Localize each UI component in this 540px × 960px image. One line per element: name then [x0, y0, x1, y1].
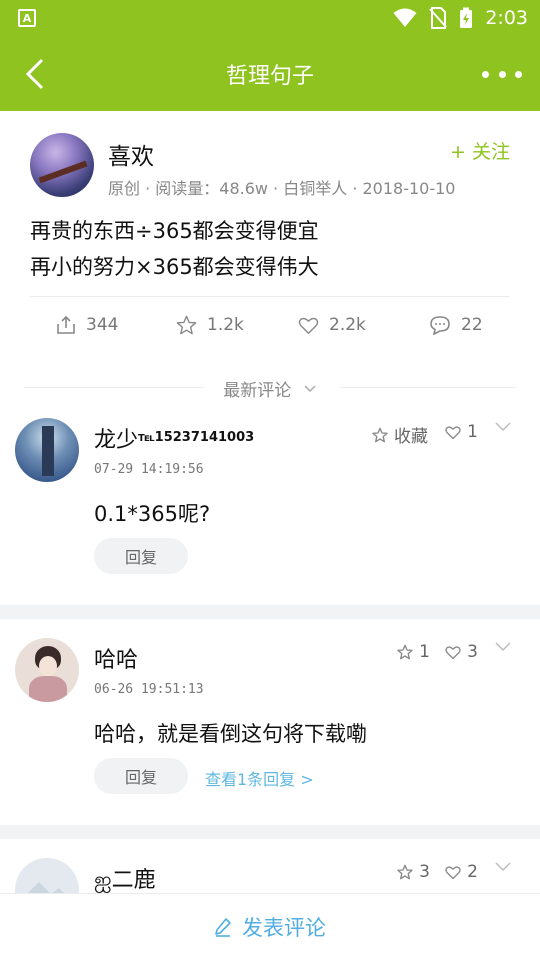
chevron-down-icon: [304, 385, 316, 393]
star-icon: [176, 315, 197, 335]
favorite-button[interactable]: 1.2k: [176, 315, 244, 335]
comment-item: 龙少℡15237141003 07-29 14:19:56 收藏 1 0.1*3…: [0, 418, 540, 604]
comment-time: 06-26 19:51:13: [94, 682, 204, 697]
more-button[interactable]: [482, 62, 522, 86]
heart-icon: [298, 317, 319, 334]
reply-button[interactable]: 回复: [94, 758, 188, 794]
comment-like-button[interactable]: 1: [445, 422, 478, 442]
commenter-avatar[interactable]: [15, 858, 79, 893]
like-count: 2: [467, 862, 478, 882]
star-count: 1: [419, 642, 430, 662]
star-icon: [397, 644, 413, 660]
comment-text: 0.1*365呢?: [94, 502, 211, 526]
avatar-face: [39, 656, 57, 676]
page-title: 哲理句子: [225, 64, 314, 89]
clock: 2:03: [485, 7, 528, 29]
star-icon: [397, 864, 413, 880]
star-count: 3: [419, 862, 430, 882]
commenter-name[interactable]: ஐ二鹿: [94, 862, 156, 893]
commenter-name-suffix: ℡15237141003: [138, 430, 255, 445]
star-icon: [372, 427, 388, 442]
post-line-1: 再贵的东西÷365都会变得便宜: [30, 219, 319, 243]
commenter-avatar[interactable]: [15, 638, 79, 702]
like-button[interactable]: 2.2k: [298, 315, 366, 335]
action-bar: 344 1.2k 2.2k 22: [0, 311, 540, 347]
avatar-figure: [42, 426, 54, 476]
comment-count: 22: [461, 315, 483, 335]
comment-item: 哈哈 06-26 19:51:13 1 3 哈哈，就是看倒这句将下载嘞 回复 查…: [0, 638, 540, 824]
comment-text: 哈哈，就是看倒这句将下载嘞: [94, 722, 367, 746]
author-name[interactable]: 喜欢: [108, 137, 154, 171]
heart-icon: [445, 645, 461, 659]
heart-icon: [445, 425, 461, 439]
chevron-down-icon[interactable]: [494, 640, 512, 654]
post-line-2: 再小的努力×365都会变得伟大: [30, 255, 319, 279]
comment-like-button[interactable]: 3: [445, 642, 478, 662]
favorite-count: 1.2k: [207, 315, 244, 335]
battery-charging-icon: [460, 7, 473, 28]
post-meta: 原创 · 阅读量：48.6w · 白铜举人 · 2018-10-10: [108, 179, 456, 198]
image-placeholder-icon: [28, 882, 64, 893]
status-bar: A 2:03: [0, 0, 540, 36]
commenter-avatar[interactable]: [15, 418, 79, 482]
like-count: 1: [467, 422, 478, 442]
like-count: 2.2k: [329, 315, 366, 335]
share-button[interactable]: 344: [56, 315, 118, 335]
divider: [30, 296, 510, 297]
no-sim-icon: [429, 7, 448, 29]
comment-button[interactable]: 22: [429, 315, 483, 335]
commenter-name-text: 龙少: [94, 428, 139, 453]
section-title-text: 最新评论: [223, 381, 292, 401]
chevron-down-icon[interactable]: [494, 860, 512, 874]
more-dots-icon: [482, 70, 489, 78]
comment-star-button[interactable]: 3: [397, 862, 430, 882]
pencil-icon: [215, 918, 231, 937]
divider: [0, 825, 540, 839]
view-replies-link[interactable]: 查看1条回复 >: [205, 766, 314, 790]
wifi-icon: [393, 8, 417, 27]
more-dot: [498, 70, 506, 78]
post-comment-label: 发表评论: [242, 916, 326, 940]
collect-label: 收藏: [394, 427, 428, 447]
divider: [340, 387, 516, 388]
comment-icon: [430, 316, 450, 335]
app-icon: A: [18, 9, 36, 27]
author-avatar[interactable]: [30, 133, 94, 197]
divider: [0, 605, 540, 619]
chevron-down-icon[interactable]: [494, 420, 512, 434]
collect-button[interactable]: 收藏: [372, 422, 428, 447]
comment-item: ஐ二鹿 3 2: [0, 858, 540, 893]
heart-icon: [445, 865, 461, 879]
comment-like-button[interactable]: 2: [445, 862, 478, 882]
share-count: 344: [86, 315, 119, 335]
commenter-name[interactable]: 龙少℡15237141003: [94, 422, 254, 454]
app-bar: 哲理句子: [0, 36, 540, 111]
like-count: 3: [467, 642, 478, 662]
more-dot: [515, 70, 522, 78]
avatar-robe: [29, 676, 67, 702]
reply-button[interactable]: 回复: [94, 538, 188, 574]
commenter-name[interactable]: 哈哈: [94, 642, 138, 674]
comment-time: 07-29 14:19:56: [94, 462, 204, 477]
post-content: 再贵的东西÷365都会变得便宜 再小的努力×365都会变得伟大: [30, 213, 510, 285]
section-title: 最新评论: [0, 376, 540, 401]
comment-star-button[interactable]: 1: [397, 642, 430, 662]
share-icon: [57, 315, 75, 334]
follow-button[interactable]: + 关注: [450, 137, 510, 164]
latest-comments-header[interactable]: 最新评论: [0, 373, 540, 403]
post-comment-button[interactable]: 发表评论: [0, 893, 540, 960]
